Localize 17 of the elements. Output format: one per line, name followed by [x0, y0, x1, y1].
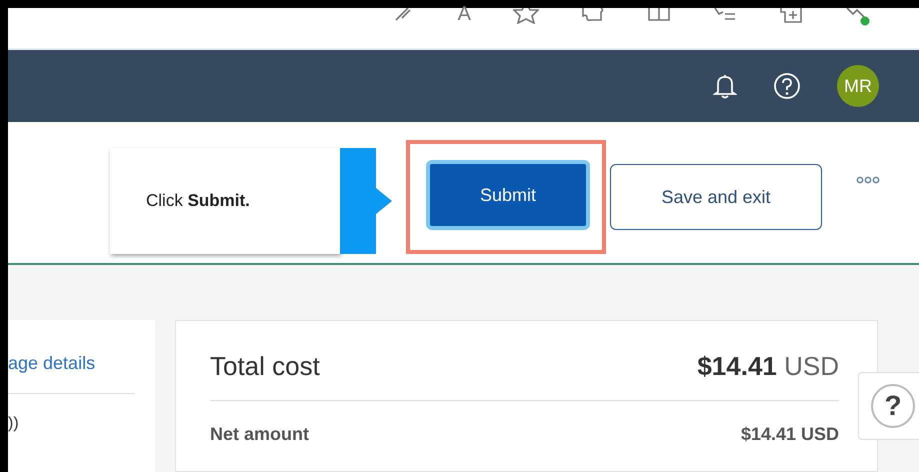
favorites-list-icon[interactable]	[713, 8, 737, 22]
row-label: Net amount	[210, 423, 309, 446]
bell-icon[interactable]	[713, 73, 737, 99]
help-button[interactable]: ?	[858, 372, 919, 440]
total-amount: $14.41 USD	[697, 350, 839, 383]
callout-text: Click Submit.	[146, 190, 250, 212]
card-title: Total cost	[210, 350, 320, 383]
more-icon[interactable]	[856, 176, 880, 184]
star-icon[interactable]	[513, 8, 539, 24]
font-size-button[interactable]: A	[458, 4, 471, 24]
panel-text: ))	[8, 414, 20, 434]
submit-button[interactable]: Submit	[426, 160, 590, 230]
save-and-exit-button[interactable]: Save and exit	[610, 164, 822, 230]
details-link[interactable]: age details	[8, 350, 135, 394]
split-window-icon[interactable]	[647, 8, 671, 22]
help-icon[interactable]	[773, 72, 801, 100]
row-value: $14.41 USD	[740, 423, 839, 446]
